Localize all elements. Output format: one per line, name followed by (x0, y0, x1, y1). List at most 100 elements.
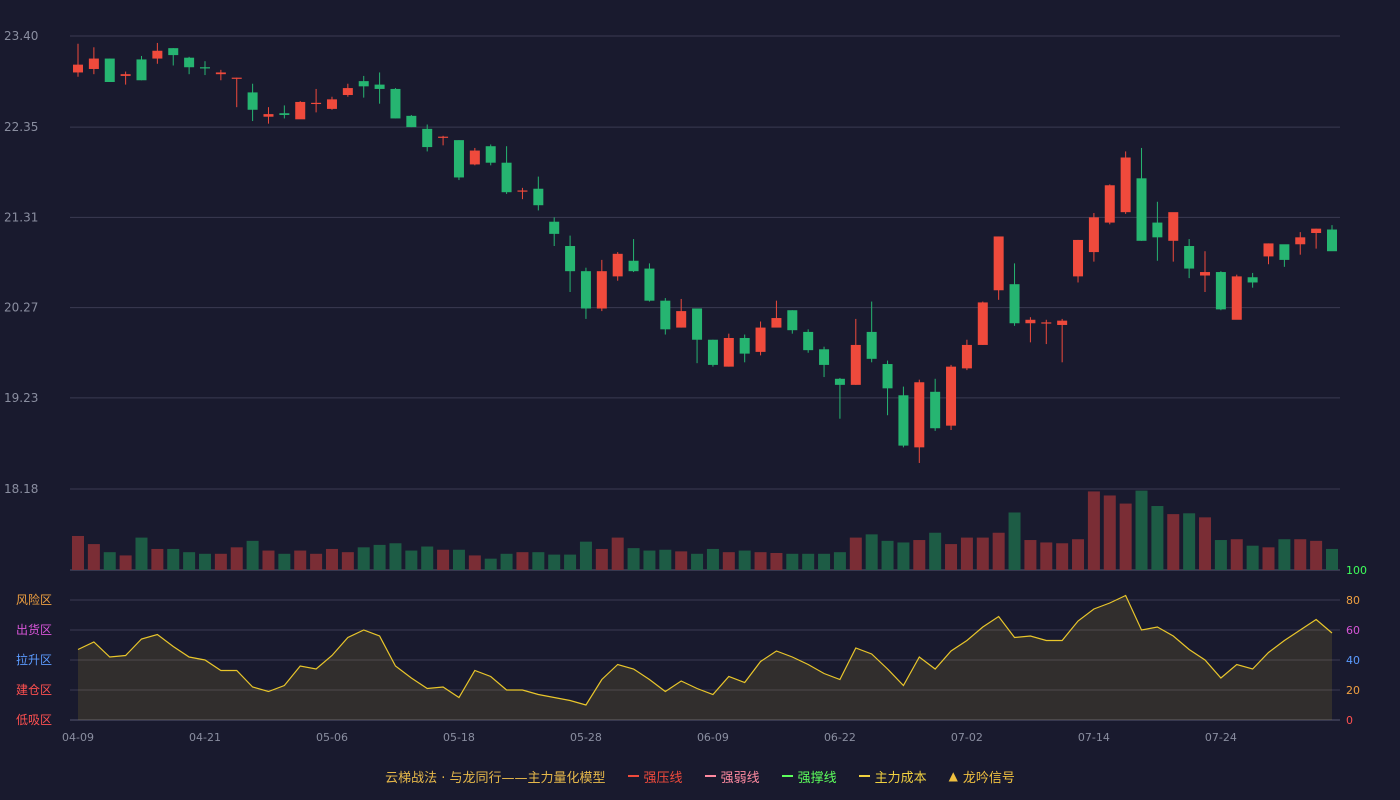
indicator-area (78, 595, 1332, 720)
candle-body (930, 391, 941, 429)
volume-bar (1246, 545, 1259, 570)
candle-body (644, 268, 655, 301)
candle-body (819, 349, 830, 365)
candle-body (1009, 284, 1020, 324)
volume-bar (1119, 503, 1132, 570)
legend-item-dragon-signal[interactable]: ▲ 龙吟信号 (949, 767, 1015, 786)
candle-body (1088, 217, 1099, 253)
candle-body (1073, 239, 1084, 277)
candle-body (1327, 229, 1337, 252)
volume-bar (452, 549, 465, 570)
volume-bar (278, 553, 291, 570)
volume-bar (294, 550, 307, 570)
price-tick-label: 20.27 (4, 301, 38, 315)
volume-bar (1135, 490, 1148, 570)
volume-bar (1214, 540, 1227, 570)
zone-label: 风险区 (16, 592, 52, 607)
candle-body (898, 395, 909, 446)
volume-bar (532, 552, 545, 570)
candle-body (771, 318, 782, 328)
volume-bar (913, 540, 926, 570)
candle-body (231, 77, 242, 79)
volume-bar (1040, 542, 1053, 570)
volume-bar (627, 548, 640, 570)
volume-bar (945, 544, 958, 570)
candle-body (1120, 157, 1131, 213)
candle-body (88, 58, 99, 69)
candle-body (469, 150, 480, 165)
candle-body (549, 221, 560, 234)
x-tick-label: 04-21 (189, 731, 221, 744)
indicator-tick-label: 40 (1346, 654, 1360, 667)
volume-bar (357, 547, 370, 570)
candle-body (406, 115, 417, 128)
candle-body (501, 162, 512, 193)
legend-swatch (704, 775, 716, 777)
volume-bar (341, 552, 354, 570)
volume-bar (992, 532, 1005, 570)
legend-swatch (858, 775, 870, 777)
candle-body (850, 344, 861, 385)
candle-body (612, 253, 623, 277)
volume-bar (770, 552, 783, 570)
volume-bar (389, 543, 402, 570)
volume-bar (1056, 543, 1069, 570)
candle-body (1295, 237, 1306, 245)
zone-label: 低吸区 (16, 713, 52, 727)
volume-bar (1103, 495, 1116, 570)
price-tick-label: 21.31 (4, 210, 38, 224)
candle-body (1231, 276, 1242, 320)
volume-bar (754, 552, 767, 570)
volume-bar (310, 553, 323, 570)
volume-bar (802, 553, 815, 570)
indicator-tick-label: 60 (1346, 624, 1360, 637)
volume-bar (214, 553, 227, 570)
candle-body (358, 81, 369, 87)
legend-item-strong-pressure[interactable]: 强压线 (627, 767, 683, 786)
volume-bar (659, 549, 672, 570)
zone-label: 出货区 (16, 622, 52, 637)
indicator-tick-label: 100 (1346, 564, 1367, 577)
volume-bar (421, 546, 434, 570)
triangle-icon: ▲ (948, 769, 958, 783)
x-tick-label: 07-02 (951, 731, 983, 744)
candle-body (787, 310, 798, 331)
indicator-tick-label: 20 (1346, 684, 1360, 697)
legend-item-strong-support[interactable]: 强撑线 (781, 767, 837, 786)
volume-bar (167, 548, 180, 570)
candle-body (1136, 178, 1147, 241)
candle-body (723, 338, 734, 367)
candle-body (120, 74, 131, 76)
legend-item-strength-line[interactable]: 强弱线 (704, 767, 760, 786)
price-tick-label: 18.18 (4, 482, 38, 496)
volume-bar (484, 558, 497, 570)
volume-bar (1024, 540, 1037, 570)
candle-body (1311, 228, 1322, 233)
candle-body (1168, 212, 1179, 241)
volume-bar (1326, 548, 1338, 570)
candle-body (326, 99, 337, 109)
legend-item-main-cost[interactable]: 主力成本 (858, 767, 927, 786)
candle-body (676, 311, 687, 328)
volume-bar (833, 552, 846, 570)
volume-bar (595, 548, 608, 570)
volume-bar (262, 550, 275, 570)
candle-body (1279, 244, 1290, 260)
volume-bar (818, 553, 831, 570)
candle-body (1247, 277, 1258, 283)
volume-bar (643, 550, 656, 570)
volume-bar (151, 548, 164, 570)
candle-body (390, 88, 401, 119)
legend-label: 强撑线 (797, 770, 837, 786)
candle-body (755, 327, 766, 352)
candle-body (628, 260, 639, 272)
candle-body (438, 136, 449, 138)
candle-body (1025, 319, 1036, 324)
volume-bar (960, 537, 973, 570)
chart-legend: 云梯战法 · 与龙同行——主力量化模型 强压线 强弱线 强撑线 主力成本 ▲ 龙吟… (0, 766, 1400, 786)
candle-body (422, 128, 433, 148)
candlestick-chart[interactable]: 23.40 22.35 21.31 20.27 19.23 18.18 100 80 60 40 2… (0, 0, 1400, 800)
volume-bar (437, 549, 450, 570)
candle-body (914, 382, 925, 448)
x-tick-label: 06-09 (697, 731, 729, 744)
